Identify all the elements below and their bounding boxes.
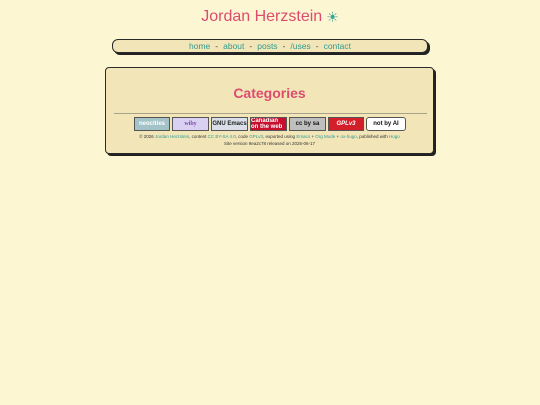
code-license-link[interactable]: GPLv3 [249,134,263,139]
org-mode-link[interactable]: Org Mode [315,134,335,139]
footer-text: , code [235,134,248,139]
nav-posts-link[interactable]: posts [257,41,277,51]
ox-hugo-link[interactable]: ox-hugo [340,134,356,139]
content-license-link[interactable]: CC BY-SA 4.0 [208,134,236,139]
nav-home-link[interactable]: home [189,41,210,51]
footer-version: Site version 9ea2c78 released on 2026-06… [223,141,316,146]
page-title: Categories [233,85,306,101]
not-by-ai-badge[interactable]: not by AI [366,117,406,131]
nav-separator: - [249,41,253,51]
hugo-link[interactable]: Hugo [389,134,400,139]
footer-text: , content [189,134,207,139]
sun-icon[interactable]: ☀ [326,10,339,24]
nav-about-link[interactable]: about [223,41,244,51]
footer-text: , published with [356,134,388,139]
nav-separator: - [215,41,219,51]
footer-plus: + [336,134,340,139]
canadian-badge[interactable]: Canadian on the web [250,117,287,131]
gplv3-badge[interactable]: GPLv3 [328,117,364,131]
cc-badge[interactable]: cc by sa [289,117,326,131]
footer-author-link[interactable]: Jordan Herzstein [155,134,189,139]
site-title[interactable]: Jordan Herzstein [201,8,322,26]
wiby-badge[interactable]: wiby [172,117,209,131]
badge-row: neocities wiby GNU Emacs Canadian on the… [134,117,406,131]
footer-plus: + [311,134,314,139]
nav-separator: - [315,41,319,51]
nav-uses-link[interactable]: /uses [290,41,310,51]
neocities-badge[interactable]: neocities [134,117,170,131]
footer-credits: © 2026 Jordan Herzstein, content CC BY-S… [106,134,433,139]
content-panel: Categories neocities wiby GNU Emacs Cana… [105,67,434,154]
site-title-row: Jordan Herzstein ☀ [201,8,339,26]
divider [114,113,427,114]
footer-copyright: © 2026 [139,134,154,139]
nav-contact-link[interactable]: contact [324,41,351,51]
nav-separator: - [282,41,286,51]
nav-bar: home - about - posts - /uses - contact [112,39,428,53]
emacs-link[interactable]: Emacs [296,134,310,139]
site-header: Jordan Herzstein ☀ [0,8,540,26]
gnu-emacs-badge[interactable]: GNU Emacs [211,117,248,131]
footer-text: , exported using [263,134,296,139]
